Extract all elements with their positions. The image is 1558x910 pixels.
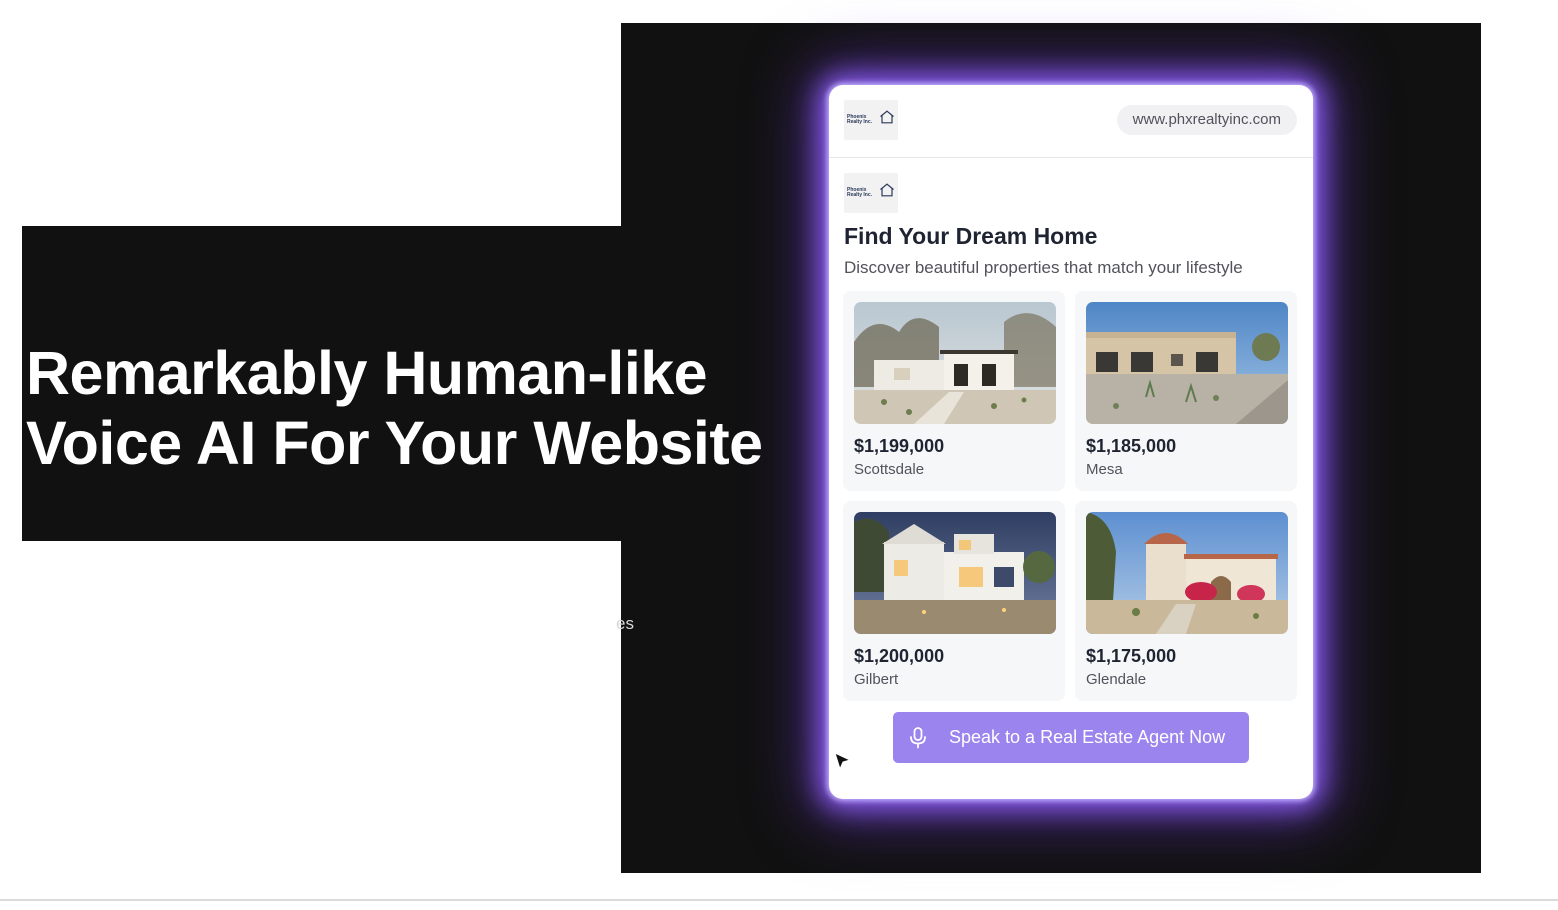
house-photo-icon[interactable] [854, 512, 1056, 634]
website-url-badge[interactable]: www.phxrealtyinc.com [1116, 105, 1297, 135]
mouse-cursor-icon [834, 752, 852, 771]
house-logo-icon [880, 110, 894, 124]
listing-price: $1,185,000 [1086, 436, 1177, 456]
microphone-icon [910, 727, 926, 749]
logo-text: Phoenix Realty Inc. [847, 114, 873, 125]
bottom-divider [0, 899, 1558, 901]
widget-subtitle: Discover beautiful properties that match… [844, 258, 1243, 277]
real-estate-widget: Phoenix Realty Inc. www.phxrealtyinc.com… [829, 85, 1313, 799]
listing-card[interactable]: $1,199,000 Scottsdale [843, 291, 1065, 491]
logo-text: Phoenix Realty Inc. [847, 187, 873, 198]
house-logo-icon [880, 183, 894, 197]
body-logo: Phoenix Realty Inc. [844, 173, 898, 213]
listing-grid: $1,199,000 Scottsdale $1,185,000 Mesa $1… [843, 291, 1299, 703]
listing-city: Glendale [1086, 671, 1147, 688]
widget-header: Phoenix Realty Inc. www.phxrealtyinc.com [829, 85, 1313, 158]
listing-city: Mesa [1086, 461, 1123, 478]
listing-price: $1,199,000 [854, 436, 945, 456]
hero-headline: Remarkably Human-like Voice AI For Your … [26, 338, 763, 478]
speak-to-agent-button[interactable]: Speak to a Real Estate Agent Now [893, 712, 1249, 763]
listing-card[interactable]: $1,175,000 Glendale [1075, 501, 1297, 701]
house-photo-icon[interactable] [854, 302, 1056, 424]
listing-city: Scottsdale [854, 461, 925, 478]
house-photo-icon[interactable] [1086, 302, 1288, 424]
hero-line-1: Remarkably Human-like [26, 339, 708, 407]
hero-line-2: Voice AI For Your Website [26, 409, 763, 477]
listing-city: Gilbert [854, 671, 899, 688]
listing-card[interactable]: $1,185,000 Mesa [1075, 291, 1297, 491]
stray-text-fragment: es [616, 614, 634, 633]
header-logo: Phoenix Realty Inc. [844, 100, 898, 140]
listing-price: $1,175,000 [1086, 646, 1177, 666]
listing-price: $1,200,000 [854, 646, 945, 666]
cta-label: Speak to a Real Estate Agent Now [949, 727, 1226, 747]
listing-card[interactable]: $1,200,000 Gilbert [843, 501, 1065, 701]
house-photo-icon[interactable] [1086, 512, 1288, 634]
widget-title: Find Your Dream Home [844, 223, 1098, 249]
